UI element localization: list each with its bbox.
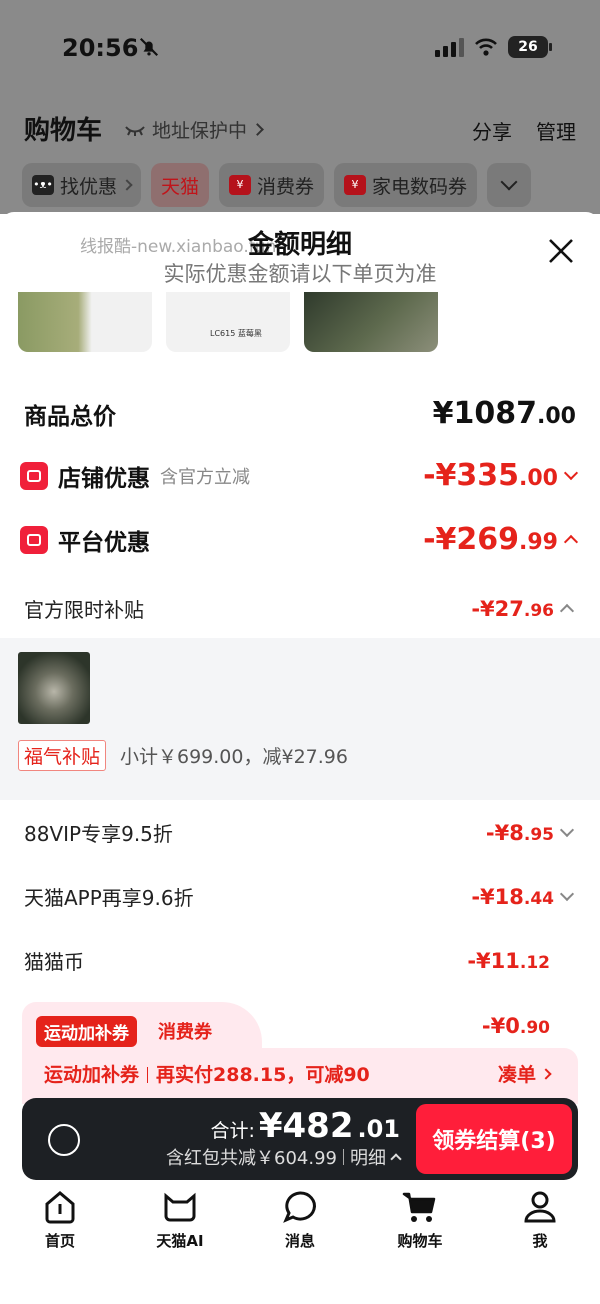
thumbnail-caption: LC615 蓝莓黑 (210, 329, 262, 338)
wifi-icon (475, 38, 497, 56)
chevron-up-icon (559, 603, 575, 618)
user-icon (524, 1191, 556, 1223)
store-discount-row[interactable]: 店铺优惠 含官方立减 -¥335.00 (0, 458, 600, 493)
discount-line-value: -¥18.44 (471, 884, 554, 909)
platform-discount-label: 平台优惠 (58, 529, 150, 556)
tab-tmall-ai[interactable]: 天猫AI (120, 1184, 240, 1264)
amount-detail-sheet: 线报酷-new.xianbao.fun 金额明细 实际优惠金额请以下单页为准 L… (0, 212, 600, 1104)
discount-line-label: 88VIP专享9.5折 (24, 822, 173, 846)
address-protect-label: 地址保护中 (152, 120, 248, 142)
product-thumbnail (18, 652, 90, 724)
discount-line-label: 猫猫币 (24, 950, 84, 974)
chip-consumer-voucher[interactable]: ¥ 消费券 (219, 163, 325, 207)
bell-muted-icon (139, 37, 159, 57)
store-discount-value: -¥335.00 (423, 458, 558, 493)
product-thumbnail (18, 292, 152, 352)
saved-summary[interactable]: 含红包共减￥604.99 明细 (166, 1144, 402, 1170)
status-bar: 20:56 26 (0, 0, 600, 96)
select-all-radio[interactable] (48, 1124, 80, 1156)
store-icon (20, 461, 48, 490)
manage-button[interactable]: 管理 (536, 116, 576, 145)
sheet-subtitle: 实际优惠金额请以下单页为准 (163, 262, 437, 286)
discount-line-value: -¥11.12 (467, 948, 550, 973)
fuqi-subsidy-tag: 福气补贴 (18, 740, 107, 771)
battery-indicator: 26 (508, 36, 552, 58)
voucher-icon: ¥ (344, 175, 367, 195)
bottom-tab-bar: 首页 天猫AI 消息 购物车 我 (0, 1184, 600, 1264)
tab-cart[interactable]: 购物车 (360, 1184, 480, 1264)
total-price-value: ¥1087.00 (432, 396, 576, 431)
cart-header: 购物车 地址保护中 分享 管理 •ᴥ• 找优惠 天猫 ¥ 消费券 ¥ 家电数码券 (0, 96, 600, 214)
discount-line-88vip[interactable]: 88VIP专享9.5折 -¥8.95 (0, 818, 600, 847)
subsidy-subtotal: 小计￥699.00，减¥27.96 (120, 746, 348, 768)
checkout-bar: 合计: ¥482.01 含红包共减￥604.99 明细 领券结算(3) (22, 1098, 578, 1180)
total-price-row: 商品总价 ¥1087.00 (0, 396, 600, 431)
official-subsidy-value: -¥27.96 (471, 596, 554, 621)
tab-messages[interactable]: 消息 (240, 1184, 360, 1264)
chevron-down-icon (559, 822, 575, 837)
chip-label: 找优惠 (60, 175, 118, 198)
signal-icon (435, 37, 464, 57)
chat-bubble-icon (283, 1191, 316, 1223)
status-time: 20:56 (62, 34, 139, 62)
chip-appliance-voucher[interactable]: ¥ 家电数码券 (334, 163, 478, 207)
discount-line-label: 天猫APP再享9.6折 (24, 886, 194, 910)
discount-line-app[interactable]: 天猫APP再享9.6折 -¥18.44 (0, 882, 600, 911)
home-indicator-area (0, 1264, 600, 1304)
official-subsidy-label: 官方限时补贴 (24, 598, 144, 622)
product-thumbnail (304, 292, 438, 352)
eye-closed-icon (125, 125, 145, 136)
checkout-button[interactable]: 领券结算(3) (416, 1104, 572, 1174)
promo-value: -¥0.90 (481, 1014, 550, 1038)
chevron-down-icon (559, 886, 575, 901)
voucher-icon: ¥ (229, 175, 252, 195)
chevron-right-icon (540, 1067, 552, 1080)
subsidy-detail-panel: 福气补贴 小计￥699.00，减¥27.96 (0, 638, 600, 800)
home-icon (45, 1191, 75, 1224)
page-title: 购物车 (24, 116, 103, 146)
official-subsidy-row[interactable]: 官方限时补贴 -¥27.96 (0, 594, 600, 623)
chevron-right-icon (121, 179, 133, 191)
promo-voucher-card: 运动加补券 消费券 -¥0.90 运动加补券 再实付288.15，可减90 凑单 (22, 1002, 578, 1104)
tab-home[interactable]: 首页 (0, 1184, 120, 1264)
promo-type: 消费券 (158, 1022, 212, 1043)
share-button[interactable]: 分享 (472, 116, 512, 145)
promo-tag: 运动加补券 (36, 1016, 137, 1047)
discount-line-coins: 猫猫币 -¥11.12 (0, 946, 600, 975)
chevron-up-icon (563, 534, 579, 549)
total-amount: 合计: ¥482.01 (210, 1106, 400, 1146)
chip-find-deals[interactable]: •ᴥ• 找优惠 (22, 163, 142, 207)
chips-expand-button[interactable] (487, 163, 532, 207)
tmall-cat-icon (164, 1192, 196, 1222)
discount-line-value: -¥8.95 (485, 820, 554, 845)
cart-icon (402, 1192, 436, 1222)
chevron-down-icon (500, 173, 518, 191)
chevron-up-icon (390, 1153, 402, 1165)
chip-tmall[interactable]: 天猫 (151, 163, 210, 207)
platform-icon (20, 525, 48, 554)
promo-description: 运动加补券 再实付288.15，可减90 (44, 1064, 370, 1086)
cat-logo-icon: •ᴥ• (32, 175, 54, 195)
store-discount-label: 店铺优惠 (58, 465, 150, 492)
platform-discount-row[interactable]: 平台优惠 -¥269.99 (0, 522, 600, 557)
close-icon[interactable] (548, 238, 574, 264)
platform-discount-value: -¥269.99 (423, 522, 558, 557)
store-discount-note: 含官方立减 (160, 466, 250, 488)
tab-me[interactable]: 我 (480, 1184, 600, 1264)
chip-label: 家电数码券 (372, 175, 468, 198)
product-thumbnail: LC615 蓝莓黑 (166, 292, 290, 352)
address-protect-link[interactable]: 地址保护中 (124, 116, 264, 143)
chevron-down-icon (563, 465, 579, 480)
chevron-right-icon (251, 123, 264, 136)
sheet-title: 金额明细 (247, 230, 352, 260)
add-items-link[interactable]: 凑单 (498, 1060, 552, 1087)
total-price-label: 商品总价 (24, 403, 116, 430)
chip-label: 消费券 (257, 175, 315, 198)
